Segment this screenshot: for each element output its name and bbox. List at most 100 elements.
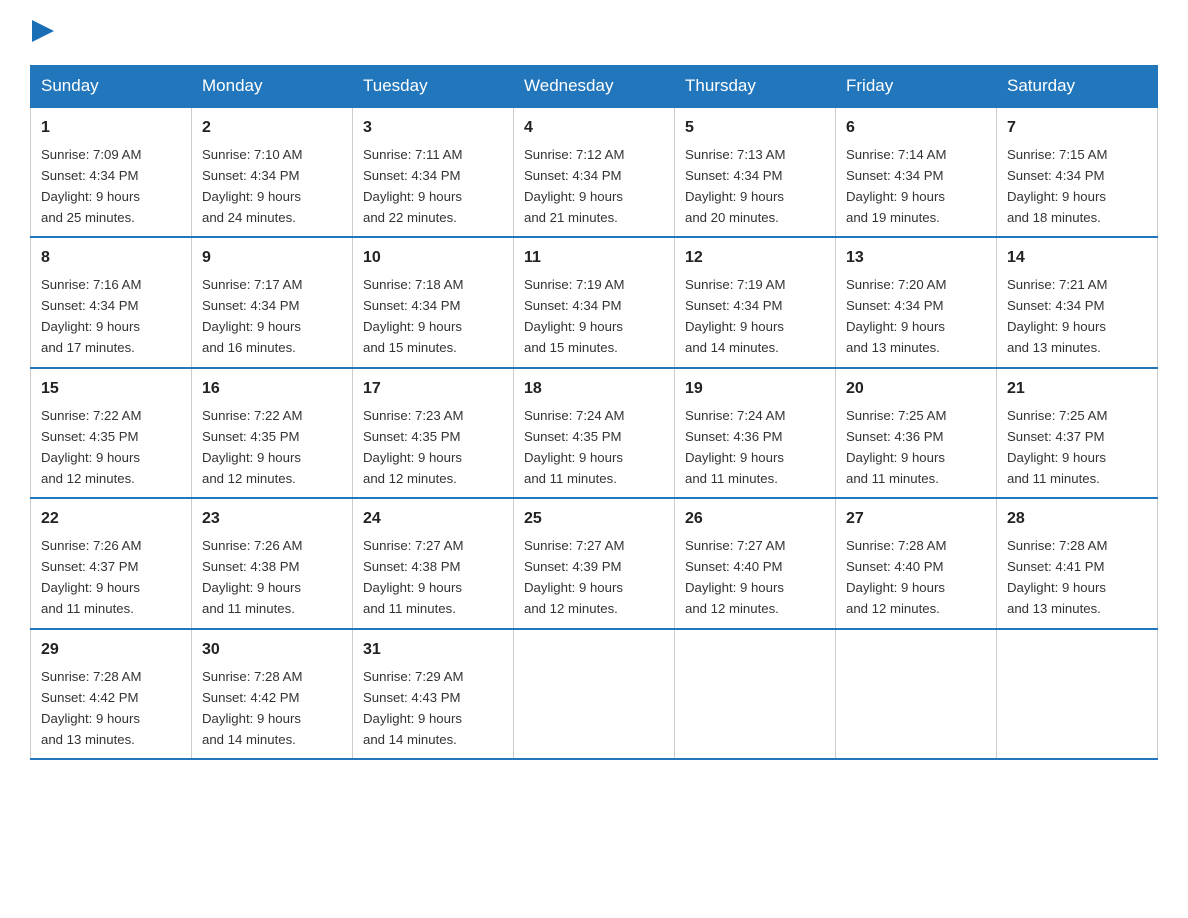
day-info: Sunrise: 7:11 AMSunset: 4:34 PMDaylight:… — [363, 147, 462, 225]
day-number: 30 — [202, 638, 342, 663]
calendar-cell: 29 Sunrise: 7:28 AMSunset: 4:42 PMDaylig… — [31, 629, 192, 759]
calendar-cell: 4 Sunrise: 7:12 AMSunset: 4:34 PMDayligh… — [514, 107, 675, 237]
calendar-cell — [836, 629, 997, 759]
day-info: Sunrise: 7:28 AMSunset: 4:42 PMDaylight:… — [202, 669, 302, 747]
day-number: 27 — [846, 507, 986, 532]
calendar-cell: 13 Sunrise: 7:20 AMSunset: 4:34 PMDaylig… — [836, 237, 997, 367]
day-number: 20 — [846, 377, 986, 402]
day-number: 25 — [524, 507, 664, 532]
calendar-cell: 27 Sunrise: 7:28 AMSunset: 4:40 PMDaylig… — [836, 498, 997, 628]
calendar-cell: 16 Sunrise: 7:22 AMSunset: 4:35 PMDaylig… — [192, 368, 353, 498]
weekday-header-monday: Monday — [192, 66, 353, 108]
calendar-cell — [997, 629, 1158, 759]
day-number: 23 — [202, 507, 342, 532]
calendar-cell: 19 Sunrise: 7:24 AMSunset: 4:36 PMDaylig… — [675, 368, 836, 498]
weekday-header-tuesday: Tuesday — [353, 66, 514, 108]
day-info: Sunrise: 7:29 AMSunset: 4:43 PMDaylight:… — [363, 669, 463, 747]
calendar-cell: 28 Sunrise: 7:28 AMSunset: 4:41 PMDaylig… — [997, 498, 1158, 628]
day-number: 6 — [846, 116, 986, 141]
day-number: 2 — [202, 116, 342, 141]
day-number: 5 — [685, 116, 825, 141]
calendar-cell: 17 Sunrise: 7:23 AMSunset: 4:35 PMDaylig… — [353, 368, 514, 498]
day-info: Sunrise: 7:24 AMSunset: 4:36 PMDaylight:… — [685, 408, 785, 486]
day-info: Sunrise: 7:16 AMSunset: 4:34 PMDaylight:… — [41, 277, 141, 355]
calendar-cell: 2 Sunrise: 7:10 AMSunset: 4:34 PMDayligh… — [192, 107, 353, 237]
day-info: Sunrise: 7:23 AMSunset: 4:35 PMDaylight:… — [363, 408, 463, 486]
day-info: Sunrise: 7:26 AMSunset: 4:38 PMDaylight:… — [202, 538, 302, 616]
calendar-cell: 12 Sunrise: 7:19 AMSunset: 4:34 PMDaylig… — [675, 237, 836, 367]
day-info: Sunrise: 7:12 AMSunset: 4:34 PMDaylight:… — [524, 147, 624, 225]
day-info: Sunrise: 7:13 AMSunset: 4:34 PMDaylight:… — [685, 147, 785, 225]
day-info: Sunrise: 7:26 AMSunset: 4:37 PMDaylight:… — [41, 538, 141, 616]
logo — [30, 20, 54, 47]
day-info: Sunrise: 7:20 AMSunset: 4:34 PMDaylight:… — [846, 277, 946, 355]
weekday-header-friday: Friday — [836, 66, 997, 108]
day-info: Sunrise: 7:19 AMSunset: 4:34 PMDaylight:… — [685, 277, 785, 355]
calendar-cell: 7 Sunrise: 7:15 AMSunset: 4:34 PMDayligh… — [997, 107, 1158, 237]
calendar-cell: 20 Sunrise: 7:25 AMSunset: 4:36 PMDaylig… — [836, 368, 997, 498]
calendar-cell: 6 Sunrise: 7:14 AMSunset: 4:34 PMDayligh… — [836, 107, 997, 237]
day-number: 18 — [524, 377, 664, 402]
day-info: Sunrise: 7:28 AMSunset: 4:40 PMDaylight:… — [846, 538, 946, 616]
day-info: Sunrise: 7:25 AMSunset: 4:36 PMDaylight:… — [846, 408, 946, 486]
calendar-cell: 30 Sunrise: 7:28 AMSunset: 4:42 PMDaylig… — [192, 629, 353, 759]
calendar-cell: 24 Sunrise: 7:27 AMSunset: 4:38 PMDaylig… — [353, 498, 514, 628]
weekday-header-sunday: Sunday — [31, 66, 192, 108]
day-info: Sunrise: 7:27 AMSunset: 4:40 PMDaylight:… — [685, 538, 785, 616]
week-row-4: 22 Sunrise: 7:26 AMSunset: 4:37 PMDaylig… — [31, 498, 1158, 628]
day-info: Sunrise: 7:14 AMSunset: 4:34 PMDaylight:… — [846, 147, 946, 225]
day-number: 11 — [524, 246, 664, 271]
day-number: 1 — [41, 116, 181, 141]
day-info: Sunrise: 7:27 AMSunset: 4:38 PMDaylight:… — [363, 538, 463, 616]
day-info: Sunrise: 7:19 AMSunset: 4:34 PMDaylight:… — [524, 277, 624, 355]
day-number: 7 — [1007, 116, 1147, 141]
calendar-cell: 8 Sunrise: 7:16 AMSunset: 4:34 PMDayligh… — [31, 237, 192, 367]
day-info: Sunrise: 7:22 AMSunset: 4:35 PMDaylight:… — [41, 408, 141, 486]
weekday-header-wednesday: Wednesday — [514, 66, 675, 108]
calendar-cell: 9 Sunrise: 7:17 AMSunset: 4:34 PMDayligh… — [192, 237, 353, 367]
calendar-cell: 22 Sunrise: 7:26 AMSunset: 4:37 PMDaylig… — [31, 498, 192, 628]
day-number: 17 — [363, 377, 503, 402]
day-number: 28 — [1007, 507, 1147, 532]
calendar-cell: 18 Sunrise: 7:24 AMSunset: 4:35 PMDaylig… — [514, 368, 675, 498]
calendar-cell: 11 Sunrise: 7:19 AMSunset: 4:34 PMDaylig… — [514, 237, 675, 367]
day-info: Sunrise: 7:18 AMSunset: 4:34 PMDaylight:… — [363, 277, 463, 355]
week-row-1: 1 Sunrise: 7:09 AMSunset: 4:34 PMDayligh… — [31, 107, 1158, 237]
calendar-cell: 23 Sunrise: 7:26 AMSunset: 4:38 PMDaylig… — [192, 498, 353, 628]
calendar-cell: 26 Sunrise: 7:27 AMSunset: 4:40 PMDaylig… — [675, 498, 836, 628]
calendar-cell: 1 Sunrise: 7:09 AMSunset: 4:34 PMDayligh… — [31, 107, 192, 237]
day-number: 31 — [363, 638, 503, 663]
calendar-cell — [675, 629, 836, 759]
day-info: Sunrise: 7:27 AMSunset: 4:39 PMDaylight:… — [524, 538, 624, 616]
calendar-table: SundayMondayTuesdayWednesdayThursdayFrid… — [30, 65, 1158, 760]
day-info: Sunrise: 7:28 AMSunset: 4:42 PMDaylight:… — [41, 669, 141, 747]
day-info: Sunrise: 7:10 AMSunset: 4:34 PMDaylight:… — [202, 147, 302, 225]
day-number: 13 — [846, 246, 986, 271]
calendar-cell: 3 Sunrise: 7:11 AMSunset: 4:34 PMDayligh… — [353, 107, 514, 237]
day-number: 22 — [41, 507, 181, 532]
calendar-cell: 14 Sunrise: 7:21 AMSunset: 4:34 PMDaylig… — [997, 237, 1158, 367]
weekday-header-thursday: Thursday — [675, 66, 836, 108]
day-number: 8 — [41, 246, 181, 271]
calendar-cell: 5 Sunrise: 7:13 AMSunset: 4:34 PMDayligh… — [675, 107, 836, 237]
day-number: 26 — [685, 507, 825, 532]
day-info: Sunrise: 7:21 AMSunset: 4:34 PMDaylight:… — [1007, 277, 1107, 355]
week-row-3: 15 Sunrise: 7:22 AMSunset: 4:35 PMDaylig… — [31, 368, 1158, 498]
logo-arrow-icon — [32, 20, 54, 42]
day-number: 19 — [685, 377, 825, 402]
calendar-cell: 21 Sunrise: 7:25 AMSunset: 4:37 PMDaylig… — [997, 368, 1158, 498]
calendar-cell: 15 Sunrise: 7:22 AMSunset: 4:35 PMDaylig… — [31, 368, 192, 498]
day-info: Sunrise: 7:28 AMSunset: 4:41 PMDaylight:… — [1007, 538, 1107, 616]
day-number: 9 — [202, 246, 342, 271]
week-row-5: 29 Sunrise: 7:28 AMSunset: 4:42 PMDaylig… — [31, 629, 1158, 759]
day-number: 3 — [363, 116, 503, 141]
calendar-cell: 31 Sunrise: 7:29 AMSunset: 4:43 PMDaylig… — [353, 629, 514, 759]
day-info: Sunrise: 7:09 AMSunset: 4:34 PMDaylight:… — [41, 147, 141, 225]
day-number: 4 — [524, 116, 664, 141]
day-number: 15 — [41, 377, 181, 402]
calendar-cell: 10 Sunrise: 7:18 AMSunset: 4:34 PMDaylig… — [353, 237, 514, 367]
calendar-cell: 25 Sunrise: 7:27 AMSunset: 4:39 PMDaylig… — [514, 498, 675, 628]
week-row-2: 8 Sunrise: 7:16 AMSunset: 4:34 PMDayligh… — [31, 237, 1158, 367]
day-info: Sunrise: 7:17 AMSunset: 4:34 PMDaylight:… — [202, 277, 302, 355]
calendar-cell — [514, 629, 675, 759]
